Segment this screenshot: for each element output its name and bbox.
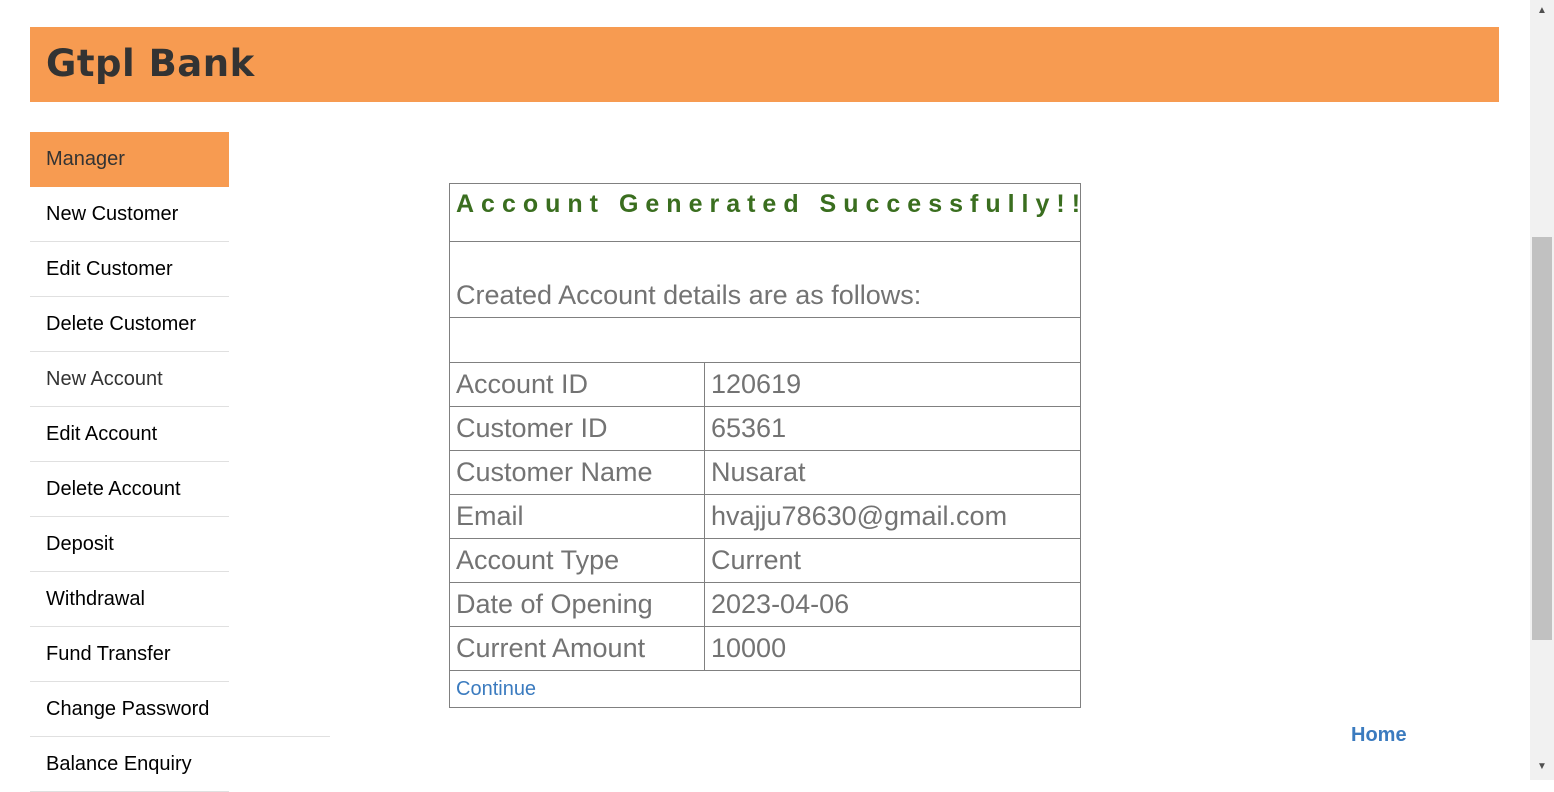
sidebar-item-new-customer[interactable]: New Customer bbox=[30, 187, 229, 242]
sidebar-item-label: Edit Customer bbox=[46, 258, 173, 280]
sidebar-item-edit-account[interactable]: Edit Account bbox=[30, 407, 229, 462]
sidebar-item-deposit[interactable]: Deposit bbox=[30, 517, 229, 572]
sidebar-item-delete-customer[interactable]: Delete Customer bbox=[30, 297, 229, 352]
row-value: 120619 bbox=[703, 362, 1082, 407]
row-label: Date of Opening bbox=[449, 582, 705, 627]
sidebar-item-label: Fund Transfer bbox=[46, 643, 171, 665]
sidebar-item-new-account[interactable]: New Account bbox=[30, 352, 229, 407]
table-row: Email hvajju78630@gmail.com bbox=[449, 494, 1082, 539]
row-value: 2023-04-06 bbox=[703, 582, 1082, 627]
row-label: Customer Name bbox=[449, 450, 705, 495]
home-link[interactable]: Home bbox=[1351, 724, 1407, 747]
details-subheading: Created Account details are as follows: bbox=[448, 241, 1082, 318]
row-label: Customer ID bbox=[449, 406, 705, 451]
table-row: Date of Opening 2023-04-06 bbox=[449, 582, 1082, 627]
table-row: Customer ID 65361 bbox=[449, 406, 1082, 451]
sidebar-item-label: Delete Account bbox=[46, 478, 181, 500]
sidebar-item-label: New Customer bbox=[46, 203, 179, 225]
continue-cell: Continue bbox=[448, 670, 1082, 708]
sidebar-nav: Manager New Customer Edit Customer Delet… bbox=[30, 132, 330, 792]
sidebar-item-delete-account[interactable]: Delete Account bbox=[30, 462, 229, 517]
table-row: Account ID 120619 bbox=[449, 362, 1082, 407]
spacer-row bbox=[448, 317, 1082, 363]
sidebar-item-balance-enquiry[interactable]: Balance Enquiry bbox=[30, 737, 229, 792]
row-value: hvajju78630@gmail.com bbox=[703, 494, 1082, 539]
row-value: 10000 bbox=[703, 626, 1082, 671]
brand-title: Gtpl Bank bbox=[46, 42, 255, 85]
sidebar-item-edit-customer[interactable]: Edit Customer bbox=[30, 242, 229, 297]
row-label: Account ID bbox=[449, 362, 705, 407]
row-value: Current bbox=[703, 538, 1082, 583]
success-heading: Account Generated Successfully!!! bbox=[448, 183, 1082, 242]
sidebar-item-label: New Account bbox=[46, 368, 163, 390]
table-row: Account Type Current bbox=[449, 538, 1082, 583]
row-value: 65361 bbox=[703, 406, 1082, 451]
sidebar-item-change-password[interactable]: Change Password bbox=[30, 682, 330, 737]
sidebar-item-label: Change Password bbox=[46, 698, 210, 720]
table-row: Current Amount 10000 bbox=[449, 626, 1082, 671]
sidebar-item-label: Delete Customer bbox=[46, 313, 197, 335]
continue-link[interactable]: Continue bbox=[456, 678, 536, 700]
row-label: Email bbox=[449, 494, 705, 539]
sidebar-item-fund-transfer[interactable]: Fund Transfer bbox=[30, 627, 229, 682]
row-value: Nusarat bbox=[703, 450, 1082, 495]
sidebar-item-manager[interactable]: Manager bbox=[30, 132, 229, 187]
account-result-table: Account Generated Successfully!!! Create… bbox=[448, 183, 1082, 708]
sidebar-item-label: Edit Account bbox=[46, 423, 158, 445]
vertical-scrollbar[interactable]: ▲ ▼ bbox=[1530, 0, 1554, 780]
site-header: Gtpl Bank bbox=[30, 27, 1499, 102]
sidebar-item-label: Manager bbox=[46, 148, 125, 170]
row-label: Account Type bbox=[449, 538, 705, 583]
sidebar-item-label: Withdrawal bbox=[46, 588, 145, 610]
sidebar-item-withdrawal[interactable]: Withdrawal bbox=[30, 572, 229, 627]
sidebar-item-label: Balance Enquiry bbox=[46, 753, 192, 775]
scroll-down-icon[interactable]: ▼ bbox=[1530, 758, 1554, 776]
scroll-thumb[interactable] bbox=[1532, 237, 1552, 640]
scroll-up-icon[interactable]: ▲ bbox=[1530, 2, 1554, 20]
table-row: Customer Name Nusarat bbox=[449, 450, 1082, 495]
row-label: Current Amount bbox=[449, 626, 705, 671]
sidebar-item-label: Deposit bbox=[46, 533, 114, 555]
